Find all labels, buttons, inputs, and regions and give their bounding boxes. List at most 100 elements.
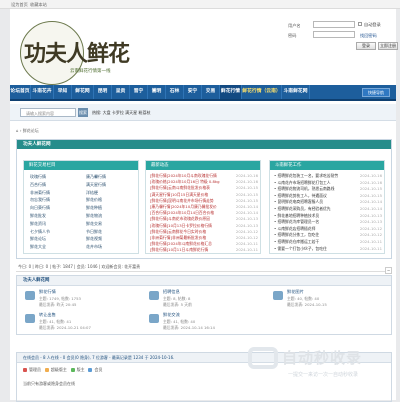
- link-item[interactable]: 非洲菊行情: [30, 190, 50, 196]
- nav-item-jinning[interactable]: 晋宁: [130, 85, 148, 99]
- nav-item-dounan-flower-net[interactable]: 斗南鲜花网: [282, 85, 310, 99]
- nav-item-flower-net[interactable]: 鲜花网: [72, 85, 94, 99]
- work-item[interactable]: • 鲜花基地招聘种植技术员 2024-10-13: [274, 212, 382, 219]
- link-item[interactable]: 满天星行情: [86, 182, 106, 188]
- news-item[interactable]: [鲜花行情]2024年斗南鲜花价格汇总 2024-10-11: [150, 241, 258, 247]
- work-item[interactable]: • 斗南花卉市场招聘鲜花打包工人 2024-10-16: [274, 179, 382, 186]
- nav-item-dounan[interactable]: 斗南花卉: [31, 85, 54, 99]
- forum-board[interactable]: 转让出售 主题: 41, 帖数: 41 最后发表: 2024-10-21 04:07: [21, 311, 141, 333]
- set-homepage-link[interactable]: 设为首页: [11, 2, 28, 8]
- collapse-icon[interactable]: −: [385, 267, 392, 274]
- work-item[interactable]: • 需要一个打包小伙子，包吃住 2024-10-11: [274, 245, 382, 252]
- work-title[interactable]: • 斗南鲜花店招聘插花师: [274, 226, 315, 231]
- news-item[interactable]: [玫瑰价格]2024年10月16日 特级 0.8kg 2024-10-16: [150, 179, 258, 185]
- link-item[interactable]: 节日鲜花: [86, 229, 102, 235]
- work-item[interactable]: • 招聘鲜花分拣工，包吃住 2024-10-12: [274, 232, 382, 238]
- link-item[interactable]: 向日葵行情: [30, 205, 50, 211]
- work-item[interactable]: • 招聘鲜花包装工一名，要求吃苦耐劳 2024-10-16: [274, 173, 382, 179]
- news-item[interactable]: [鲜花行情]云南斗南鲜花批发价格表 2024-10-15: [150, 185, 258, 191]
- nav-item-songming[interactable]: 嵩明: [148, 85, 166, 99]
- work-title[interactable]: • 需要一个打包小伙子，包吃住: [274, 246, 327, 251]
- link-item[interactable]: 鲜花视频: [86, 236, 102, 242]
- news-title[interactable]: [鲜花行情]云南斗南鲜花批发价格表: [150, 185, 210, 190]
- password-input[interactable]: [313, 31, 355, 38]
- link-item[interactable]: 勿忘我行情: [30, 197, 50, 203]
- news-title[interactable]: [满天星行情]10月15日满天星价格: [150, 192, 208, 197]
- work-title[interactable]: • 招聘鲜花分拣工，包吃住: [274, 232, 319, 237]
- news-item[interactable]: [鲜花行情]斗南花市玫瑰花跌价原因 2024-10-13: [150, 216, 258, 222]
- news-item[interactable]: [康乃馨行情]2024年10月康乃馨批发价 2024-10-14: [150, 204, 258, 210]
- search-input[interactable]: 请输入搜索内容: [20, 108, 76, 117]
- news-title[interactable]: [非洲菊行情]非洲菊最新批发价格: [150, 235, 206, 240]
- link-item[interactable]: 七夕情人节: [30, 229, 50, 235]
- work-title[interactable]: • 招聘鲜花物流司机，熟悉云南路线: [274, 186, 334, 191]
- work-title[interactable]: • 招聘鲜花仓库搬运工若干: [274, 239, 319, 244]
- forum-section-title[interactable]: 功夫人鲜花网: [17, 276, 391, 286]
- link-item[interactable]: 洋桔梗: [86, 190, 98, 196]
- board-name[interactable]: 招聘信息: [163, 289, 180, 295]
- news-item[interactable]: [鲜花行情]10月11日斗南鲜花行情 2024-10-11: [150, 247, 258, 253]
- board-name[interactable]: 转让出售: [39, 312, 56, 318]
- link-item[interactable]: 康乃馨行情: [86, 174, 106, 180]
- news-title[interactable]: [鲜花行情]10月11日斗南鲜花行情: [150, 247, 208, 252]
- username-input[interactable]: [313, 21, 355, 28]
- work-title[interactable]: • 鲜花基地招聘种植技术员: [274, 213, 319, 218]
- link-item[interactable]: 花卉市场: [86, 244, 102, 250]
- nav-item-anning[interactable]: 安宁: [184, 85, 202, 99]
- nav-item-trade[interactable]: 交易: [202, 85, 220, 99]
- link-item[interactable]: 鲜花论坛: [30, 236, 46, 242]
- board-last-post[interactable]: 最后发表: 2024-10-21 04:07: [39, 325, 91, 331]
- board-name[interactable]: 鲜花交流: [163, 312, 180, 318]
- forum-board[interactable]: 招聘信息 主题: 8, 帖数: 8 最后发表: 5 天前: [145, 288, 265, 310]
- link-item[interactable]: 鲜花资讯: [30, 221, 46, 227]
- news-title[interactable]: [鲜花行情]2024年10月斗南玫瑰花行情: [150, 173, 217, 178]
- breadcrumb-forum[interactable]: 鲜花论坛: [23, 128, 39, 133]
- link-item[interactable]: 鲜花物流: [86, 213, 102, 219]
- link-item[interactable]: 鲜花价格: [86, 197, 102, 203]
- nav-item-shilin[interactable]: 石林: [166, 85, 184, 99]
- login-button[interactable]: 登录: [356, 42, 376, 50]
- news-title[interactable]: [康乃馨行情]2024年10月康乃馨批发价: [150, 204, 217, 209]
- work-item[interactable]: • 斗南鲜花店招聘插花师 2024-10-12: [274, 225, 382, 232]
- news-item[interactable]: [鲜花行情]2024年10月斗南玫瑰花行情 2024-10-16: [150, 173, 258, 179]
- work-item[interactable]: • 昆明鲜花电商招聘客服人员 2024-10-14: [274, 199, 382, 205]
- board-last-post[interactable]: 最后发表: 2024-10-14 16:14: [163, 325, 215, 331]
- work-item[interactable]: • 招聘鲜花采购员，有经验者优先 2024-10-14: [274, 206, 382, 212]
- news-item[interactable]: [玫瑰行情]10月13日卡罗拉价格行情 2024-10-13: [150, 222, 258, 229]
- news-item[interactable]: [满天星行情]10月15日满天星价格 2024-10-15: [150, 191, 258, 198]
- register-button[interactable]: 立即注册: [378, 42, 398, 50]
- news-title[interactable]: [鲜花行情]昆明斗南花卉市场行情走势: [150, 198, 214, 203]
- nav-item-kunming[interactable]: 昆明: [94, 85, 112, 99]
- work-title[interactable]: • 招聘鲜花剪枝工人，待遇面议: [274, 193, 327, 198]
- nav-item-home[interactable]: 论坛首页: [10, 85, 31, 99]
- forum-board[interactable]: 鲜花行情 主题: 1749, 帖数: 1753 最后发表: 昨天 20:45: [21, 288, 141, 310]
- link-item[interactable]: 鲜花大全: [30, 244, 46, 250]
- link-item[interactable]: 玫瑰行情: [30, 174, 46, 180]
- work-title[interactable]: • 招聘鲜花冷库管理员一名: [274, 219, 319, 224]
- link-item[interactable]: 百合行情: [30, 182, 46, 188]
- work-title[interactable]: • 招聘鲜花采购员，有经验者优先: [274, 206, 331, 211]
- bookmark-link[interactable]: 收藏本站: [30, 2, 47, 8]
- news-title[interactable]: [百合行情]2024年10月14日百合价格: [150, 210, 214, 215]
- work-title[interactable]: • 昆明鲜花电商招聘客服人员: [274, 199, 323, 204]
- board-last-post[interactable]: 最后发表: 5 天前: [163, 302, 192, 308]
- link-item[interactable]: 鲜花交易: [86, 221, 102, 227]
- quick-nav-button[interactable]: 快捷导航: [362, 88, 390, 97]
- news-title[interactable]: [玫瑰行情]10月13日卡罗拉价格行情: [150, 223, 212, 228]
- work-title[interactable]: • 招聘鲜花包装工一名，要求吃苦耐劳: [274, 173, 338, 178]
- news-title[interactable]: [鲜花行情]2024年斗南鲜花价格汇总: [150, 241, 212, 246]
- auto-login-checkbox[interactable]: [358, 22, 362, 26]
- news-item[interactable]: [百合行情]2024年10月14日百合价格 2024-10-14: [150, 210, 258, 216]
- work-title[interactable]: • 斗南花卉市场招聘鲜花打包工人: [274, 180, 331, 185]
- nav-item-chenggong[interactable]: 呈贡: [112, 85, 130, 99]
- board-last-post[interactable]: 最后发表: 昨天 20:45: [39, 302, 76, 308]
- board-last-post[interactable]: 最后发表: 2024-10-15: [287, 302, 327, 308]
- link-item[interactable]: 鲜花种植: [86, 205, 102, 211]
- hot-search-terms[interactable]: 大盘 卡罗拉 满天星 粉荔枝: [103, 110, 151, 115]
- search-button[interactable]: 搜索: [78, 108, 88, 117]
- news-title[interactable]: [鲜花行情]云南鲜花今日实时价格: [150, 229, 206, 234]
- link-item[interactable]: 鲜花批发: [30, 213, 46, 219]
- work-item[interactable]: • 招聘鲜花仓库搬运工若干 2024-10-11: [274, 239, 382, 245]
- forum-board[interactable]: 鲜花交流 主题: 41, 帖数: 40 最后发表: 2024-10-14 16:14: [145, 311, 265, 333]
- board-name[interactable]: 鲜花行情: [39, 289, 56, 295]
